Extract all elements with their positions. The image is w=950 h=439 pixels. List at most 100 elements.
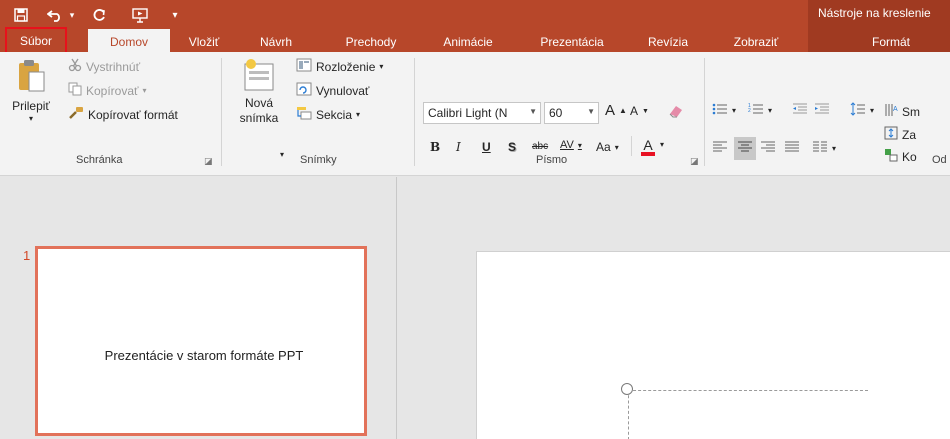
tab-transitions[interactable]: Prechody <box>331 31 411 52</box>
numbering-dropdown-icon[interactable]: ▾ <box>768 106 772 115</box>
svg-text:2: 2 <box>748 108 751 114</box>
text-shadow-button[interactable]: S <box>508 140 516 154</box>
tab-file[interactable]: Súbor <box>5 27 67 54</box>
change-case-button[interactable]: Aa ▾ <box>596 140 619 154</box>
line-spacing-button[interactable]: ▾ <box>850 102 874 119</box>
section-dropdown-icon[interactable]: ▾ <box>356 110 360 119</box>
paste-dropdown-icon[interactable]: ▾ <box>29 115 33 123</box>
italic-button[interactable]: I <box>456 140 461 154</box>
align-center-icon <box>737 140 753 157</box>
increase-indent-button[interactable] <box>814 102 830 119</box>
copy-label: Kopírovať <box>86 83 139 98</box>
font-name-dropdown-icon[interactable]: ▼ <box>529 107 537 116</box>
font-group-label: Písmo <box>536 154 568 166</box>
font-color-button[interactable]: A <box>641 138 655 156</box>
new-slide-label-line2: snímka <box>239 111 279 125</box>
shrink-font-button[interactable]: A ▼ <box>630 104 649 118</box>
grow-font-button[interactable]: A ▲ <box>605 102 627 119</box>
text-placeholder[interactable] <box>628 390 868 439</box>
layout-label: Rozloženie <box>316 59 376 74</box>
change-case-dropdown-icon[interactable]: ▾ <box>615 143 619 152</box>
layout-dropdown-icon[interactable]: ▾ <box>379 62 383 71</box>
tab-insert[interactable]: Vložiť <box>176 31 232 52</box>
font-size-combobox[interactable]: 60 ▼ <box>544 102 599 124</box>
align-right-icon <box>760 140 776 157</box>
font-name-combobox[interactable]: Calibri Light (N ▼ <box>423 102 541 124</box>
copy-button[interactable]: Kopírovať ▾ <box>68 82 147 99</box>
slides-group-label: Snímky <box>300 154 337 166</box>
align-left-icon <box>712 140 728 157</box>
title-bar: ▾ ▾ Nástroje na kreslenie Súbor Domov Vl… <box>0 0 950 54</box>
character-spacing-button[interactable]: AV ▾ <box>560 139 582 151</box>
text-direction-button[interactable]: A Sm <box>884 102 920 121</box>
resize-handle[interactable] <box>621 383 633 395</box>
save-icon[interactable] <box>8 4 34 26</box>
align-text-button[interactable]: Za <box>884 126 916 143</box>
clipboard-launcher-icon[interactable]: ◪ <box>204 156 213 167</box>
align-right-button[interactable] <box>760 140 776 157</box>
clear-formatting-button[interactable] <box>668 104 684 121</box>
format-painter-icon <box>68 106 84 123</box>
bullets-icon <box>712 102 728 119</box>
columns-dropdown-icon[interactable]: ▾ <box>832 144 836 153</box>
justify-button[interactable] <box>784 140 800 157</box>
bullets-dropdown-icon[interactable]: ▾ <box>732 106 736 115</box>
tab-review[interactable]: Revízia <box>636 31 700 52</box>
new-slide-icon <box>243 58 275 95</box>
clipboard-group-label: Schránka <box>76 154 123 166</box>
section-button[interactable]: Sekcia ▾ <box>296 106 360 123</box>
tab-view[interactable]: Zobraziť <box>716 31 796 52</box>
tab-home[interactable]: Domov <box>88 29 170 54</box>
group-divider <box>414 58 415 166</box>
format-painter-button[interactable]: Kopírovať formát <box>68 106 178 123</box>
bold-button[interactable]: B <box>430 140 440 154</box>
layout-button[interactable]: Rozloženie ▾ <box>296 58 383 75</box>
layout-icon <box>296 58 312 75</box>
undo-dropdown-icon[interactable]: ▾ <box>66 4 78 26</box>
copy-dropdown-icon[interactable]: ▾ <box>143 86 147 95</box>
redo-icon[interactable] <box>88 4 110 26</box>
slide-thumbnail-title: Prezentácie v starom formáte PPT <box>104 348 304 363</box>
reset-button[interactable]: Vynulovať <box>296 82 369 99</box>
copy-icon <box>68 82 82 99</box>
section-label: Sekcia <box>316 107 353 122</box>
line-spacing-dropdown-icon[interactable]: ▾ <box>870 106 874 115</box>
scissors-icon <box>68 58 82 75</box>
tab-animations[interactable]: Animácie <box>426 31 510 52</box>
decrease-indent-button[interactable] <box>792 102 808 119</box>
slide-thumbnail[interactable]: Prezentácie v starom formáte PPT <box>35 246 367 436</box>
align-center-button[interactable] <box>734 137 756 160</box>
tab-slideshow[interactable]: Prezentácia <box>524 31 620 52</box>
convert-smartart-label: Ko <box>902 149 917 164</box>
convert-smartart-button[interactable]: Ko <box>884 148 917 165</box>
paste-button[interactable]: Prilepiť ▾ <box>8 58 54 130</box>
bullets-button[interactable]: ▾ <box>712 102 736 119</box>
new-slide-button[interactable]: Nová snímka <box>230 58 288 138</box>
start-from-beginning-icon[interactable] <box>128 4 152 26</box>
new-slide-dropdown-icon[interactable]: ▾ <box>280 150 284 159</box>
font-color-dropdown-icon[interactable]: ▾ <box>660 140 664 149</box>
tab-design[interactable]: Návrh <box>246 31 306 52</box>
align-left-button[interactable] <box>712 140 728 157</box>
change-case-label: Aa <box>596 140 611 154</box>
undo-icon[interactable] <box>44 4 66 26</box>
increase-indent-icon <box>814 102 830 119</box>
strikethrough-button[interactable]: abc <box>532 141 548 152</box>
font-name-value: Calibri Light (N <box>428 106 508 120</box>
character-spacing-label: AV <box>560 139 574 151</box>
underline-button[interactable]: U <box>482 140 491 154</box>
numbering-button[interactable]: 12 ▾ <box>748 102 772 119</box>
section-icon <box>296 106 312 123</box>
font-launcher-icon[interactable]: ◪ <box>690 156 699 167</box>
text-direction-label: Sm <box>902 104 920 119</box>
font-size-dropdown-icon[interactable]: ▼ <box>587 107 595 116</box>
format-painter-label: Kopírovať formát <box>88 107 178 122</box>
columns-button[interactable]: ▾ <box>812 140 836 157</box>
slide-editing-pane <box>397 177 950 439</box>
customize-qat-icon[interactable]: ▾ <box>166 4 184 26</box>
character-spacing-dropdown-icon[interactable]: ▾ <box>578 141 582 150</box>
cut-button[interactable]: Vystrihnúť <box>68 58 140 75</box>
tab-format[interactable]: Formát <box>846 31 936 52</box>
numbering-icon: 12 <box>748 102 764 119</box>
justify-icon <box>784 140 800 157</box>
